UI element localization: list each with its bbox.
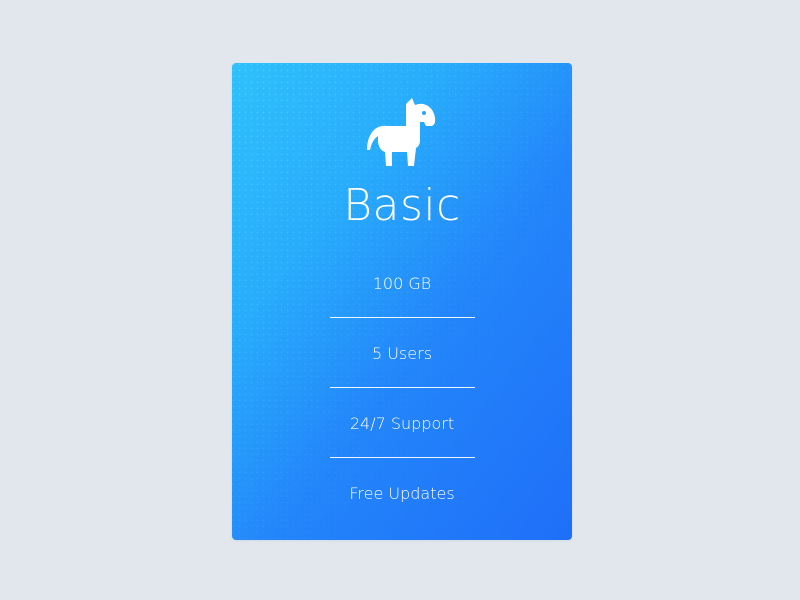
plan-name: Basic bbox=[343, 180, 461, 231]
pricing-stage: Basic 100 GB 5 Users 24/7 Support Free U… bbox=[0, 0, 800, 600]
feature-updates: Free Updates bbox=[349, 484, 455, 503]
feature-users: 5 Users bbox=[371, 344, 433, 363]
feature-support: 24/7 Support bbox=[349, 414, 455, 433]
horse-icon bbox=[367, 98, 436, 166]
divider bbox=[330, 457, 475, 458]
feature-storage: 100 GB bbox=[372, 274, 432, 293]
divider bbox=[330, 317, 475, 318]
divider bbox=[330, 387, 475, 388]
